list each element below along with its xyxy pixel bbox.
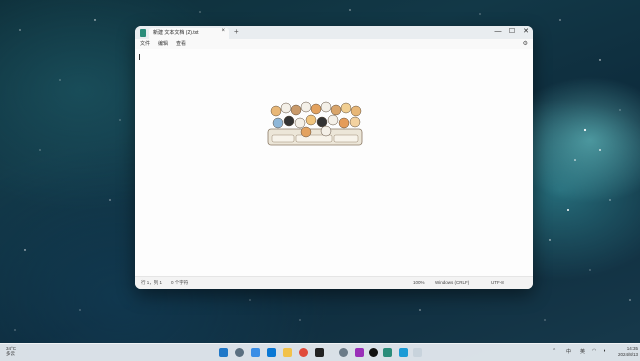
- cat-keyboard-sticker: [267, 101, 363, 146]
- chevron-up-icon[interactable]: ⌃: [552, 348, 556, 354]
- taskbar: 34°C 多云 ⌃ 中 英 ◠ ◗ 14:35 2024/8/13: [0, 343, 640, 361]
- store-icon[interactable]: [399, 348, 408, 357]
- notepad-taskbar-icon[interactable]: [383, 348, 392, 357]
- line-ending: Windows (CRLF): [435, 280, 470, 285]
- minimize-button[interactable]: —: [491, 27, 505, 37]
- menu-view[interactable]: 查看: [176, 40, 186, 47]
- new-tab-button[interactable]: +: [234, 27, 239, 36]
- cursor-position: 行 1，列 1: [141, 280, 163, 285]
- system-clock[interactable]: 14:35 2024/8/13: [618, 346, 638, 357]
- notepad-window: 新建 文本文档 (2).txt × + — ☐ ✕ 文件 编辑 查看 ⚙ 行 1…: [135, 26, 533, 289]
- file-explorer-icon[interactable]: [283, 348, 292, 357]
- text-caret: [139, 54, 140, 60]
- github-icon[interactable]: [369, 348, 378, 357]
- language-icon[interactable]: 中: [566, 348, 571, 355]
- tab-title: 新建 文本文档 (2).txt: [153, 30, 199, 36]
- menu-bar: 文件 编辑 查看 ⚙: [135, 39, 533, 49]
- char-count: 0 个字符: [171, 280, 189, 285]
- task-view-icon[interactable]: [251, 348, 260, 357]
- title-bar[interactable]: 新建 文本文档 (2).txt × + — ☐ ✕: [135, 26, 533, 39]
- zoom-level: 100%: [413, 280, 425, 285]
- close-button[interactable]: ✕: [519, 27, 533, 37]
- status-bar: 行 1，列 1 0 个字符 100% Windows (CRLF) UTF-8: [135, 276, 533, 289]
- gear-icon[interactable]: ⚙: [523, 40, 528, 47]
- vscode-icon[interactable]: [267, 348, 276, 357]
- clock-date: 2024/8/13: [618, 351, 639, 357]
- text-editor[interactable]: [135, 49, 533, 277]
- tab-document[interactable]: 新建 文本文档 (2).txt ×: [149, 28, 229, 39]
- menu-file[interactable]: 文件: [140, 40, 150, 47]
- weather-widget[interactable]: 34°C 多云: [6, 346, 16, 356]
- settings-icon[interactable]: [339, 348, 348, 357]
- weather-text: 多云: [6, 351, 15, 356]
- windows-start-icon[interactable]: [219, 348, 228, 357]
- extra-app-icon[interactable]: [413, 348, 422, 357]
- chrome-icon[interactable]: [299, 348, 308, 357]
- tab-close-icon[interactable]: ×: [221, 28, 225, 34]
- wifi-icon[interactable]: ◠: [592, 348, 596, 354]
- ime-icon[interactable]: 英: [580, 348, 585, 355]
- obs-icon[interactable]: [355, 348, 364, 357]
- qq-icon[interactable]: [315, 348, 324, 357]
- volume-icon[interactable]: ◗: [603, 348, 606, 354]
- notepad-app-icon: [140, 29, 146, 37]
- menu-edit[interactable]: 编辑: [158, 40, 168, 47]
- encoding: UTF-8: [491, 280, 504, 285]
- maximize-button[interactable]: ☐: [505, 27, 519, 37]
- search-icon[interactable]: [235, 348, 244, 357]
